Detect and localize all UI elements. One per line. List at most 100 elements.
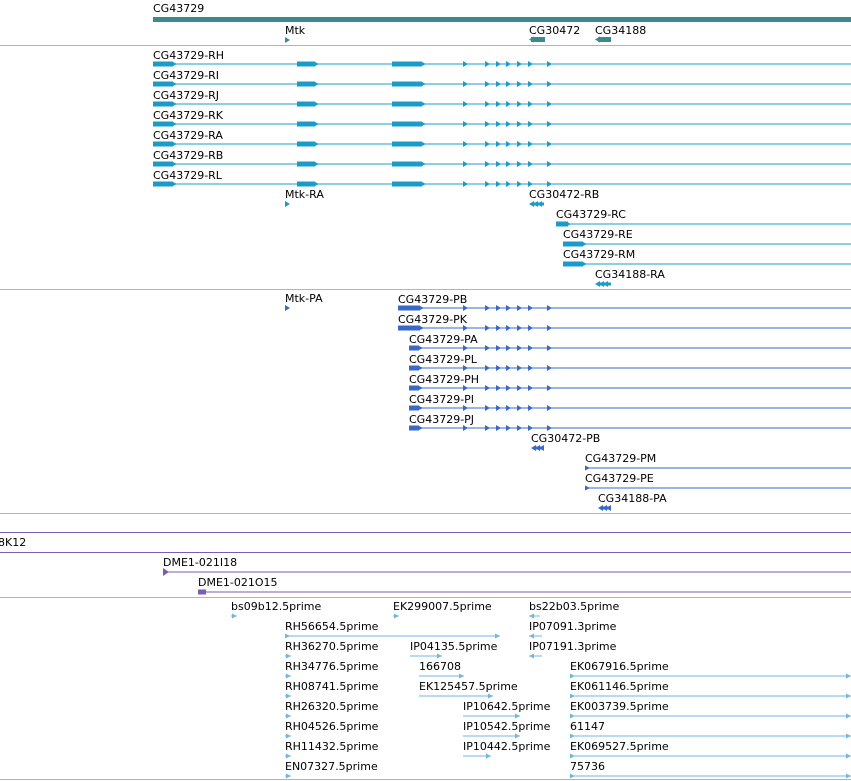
protein-exon-arrow bbox=[419, 325, 424, 331]
protein-exon-arrow bbox=[528, 365, 533, 371]
transcript-exon-arrow bbox=[547, 101, 552, 107]
transcript-exon-arrow bbox=[517, 121, 522, 127]
protein-exon bbox=[409, 365, 419, 371]
protein-exon-arrow bbox=[485, 345, 490, 351]
protein-exon-arrow bbox=[528, 305, 533, 311]
transcript-exon-arrow bbox=[463, 161, 468, 167]
transcript-exon-arrow bbox=[485, 101, 490, 107]
transcript-exon-arrow bbox=[517, 141, 522, 147]
est-strand-arrow bbox=[286, 753, 291, 759]
est-strand-arrow bbox=[286, 733, 291, 739]
protein-label: CG43729-PB bbox=[398, 293, 467, 306]
protein-exon-arrow bbox=[485, 385, 490, 391]
est-strand-arrow bbox=[529, 633, 534, 639]
transcript-exon bbox=[153, 141, 173, 147]
gene-strand-arrow bbox=[595, 36, 600, 43]
est-label: RH11432.5prime bbox=[285, 740, 379, 753]
protein-exon-arrow bbox=[517, 305, 522, 311]
est-label: EK299007.5prime bbox=[393, 600, 492, 613]
est-label: RH56654.5prime bbox=[285, 620, 379, 633]
transcript-exon-arrow bbox=[528, 161, 533, 167]
protein-exon bbox=[398, 305, 420, 311]
est-strand-arrow bbox=[846, 753, 851, 759]
protein-exon-arrow bbox=[547, 425, 552, 431]
transcript-exon-arrow bbox=[421, 81, 426, 87]
transcript-exon-arrow bbox=[517, 61, 522, 67]
protein-exon-arrow bbox=[547, 325, 552, 331]
transcript-exon bbox=[297, 161, 315, 167]
protein-exon-arrow bbox=[485, 425, 490, 431]
protein-exon bbox=[409, 405, 419, 411]
est-label: bs09b12.5prime bbox=[231, 600, 321, 613]
transcript-exon-arrow bbox=[506, 121, 511, 127]
est-label: IP10442.5prime bbox=[463, 740, 551, 753]
transcript-exon-arrow bbox=[547, 141, 552, 147]
protein-exon-arrow bbox=[547, 405, 552, 411]
transcript-exon bbox=[392, 61, 422, 67]
est-strand-arrow bbox=[286, 773, 291, 779]
protein-exon-arrow bbox=[528, 385, 533, 391]
protein-label: CG43729-PK bbox=[398, 313, 468, 326]
clone-end-marker bbox=[163, 568, 169, 576]
est-strand-arrow bbox=[232, 613, 237, 619]
transcript-label: Mtk-RA bbox=[285, 188, 324, 201]
protein-exon bbox=[409, 345, 419, 351]
est-strand-arrow bbox=[846, 713, 851, 719]
protein-exon-arrow bbox=[517, 325, 522, 331]
protein-exon-arrow bbox=[419, 305, 424, 311]
clone-end-marker bbox=[198, 589, 206, 595]
est-strand-arrow bbox=[570, 673, 575, 679]
transcript-exon bbox=[392, 161, 422, 167]
protein-exon-arrow bbox=[517, 365, 522, 371]
est-strand-arrow bbox=[286, 673, 291, 679]
protein-exon-arrow bbox=[496, 365, 501, 371]
transcript-exon bbox=[392, 181, 422, 187]
protein-exon-arrow bbox=[547, 385, 552, 391]
gene-label: CG34188 bbox=[595, 24, 646, 37]
transcript-exon-arrow bbox=[314, 141, 319, 147]
gene-bar bbox=[153, 17, 851, 22]
protein-exon-arrow bbox=[506, 325, 511, 331]
est-strand-arrow bbox=[394, 613, 399, 619]
est-label: IP07191.3prime bbox=[529, 640, 617, 653]
transcript-label: CG43729-RH bbox=[153, 49, 224, 62]
est-strand-arrow bbox=[529, 653, 534, 659]
transcript-exon bbox=[153, 161, 173, 167]
protein-exon-arrow bbox=[528, 405, 533, 411]
gene-label: Mtk bbox=[285, 24, 306, 37]
protein-exon-arrow bbox=[485, 405, 490, 411]
transcript-exon-arrow bbox=[485, 141, 490, 147]
transcript-exon-arrow bbox=[421, 61, 426, 67]
est-strand-arrow bbox=[570, 773, 575, 779]
transcript-exon-arrow bbox=[463, 181, 468, 187]
gene-label: CG43729 bbox=[153, 2, 204, 15]
transcript-label: CG43729-RA bbox=[153, 129, 223, 142]
transcript-label: CG34188-RA bbox=[595, 268, 665, 281]
protein-exon-arrow bbox=[547, 365, 552, 371]
transcript-exon-arrow bbox=[496, 141, 501, 147]
transcript-exon-arrow bbox=[528, 101, 533, 107]
transcript-exon-arrow bbox=[314, 81, 319, 87]
transcript-exon bbox=[153, 81, 173, 87]
protein-exon-arrow bbox=[528, 325, 533, 331]
est-label: RH36270.5prime bbox=[285, 640, 379, 653]
protein-label: CG43729-PM bbox=[585, 452, 656, 465]
est-strand-arrow bbox=[570, 713, 575, 719]
transcript-exon-arrow bbox=[172, 61, 177, 67]
est-strand-arrow bbox=[570, 733, 575, 739]
est-strand-arrow bbox=[515, 733, 520, 739]
transcript-exon-arrow bbox=[517, 101, 522, 107]
est-strand-arrow bbox=[846, 673, 851, 679]
clone-label: 08K12 bbox=[0, 536, 26, 549]
est-strand-arrow bbox=[846, 773, 851, 779]
protein-exon-arrow bbox=[506, 425, 511, 431]
clone-label: DME1-021O15 bbox=[198, 576, 278, 589]
protein-label: CG43729-PI bbox=[409, 393, 474, 406]
transcript-exon-arrow bbox=[496, 101, 501, 107]
transcript-label: CG30472-RB bbox=[529, 188, 599, 201]
protein-exon-arrow bbox=[528, 345, 533, 351]
transcript-exon bbox=[392, 141, 422, 147]
transcript-exon-arrow bbox=[463, 141, 468, 147]
transcript-exon bbox=[392, 101, 422, 107]
protein-exon-arrow bbox=[418, 385, 423, 391]
